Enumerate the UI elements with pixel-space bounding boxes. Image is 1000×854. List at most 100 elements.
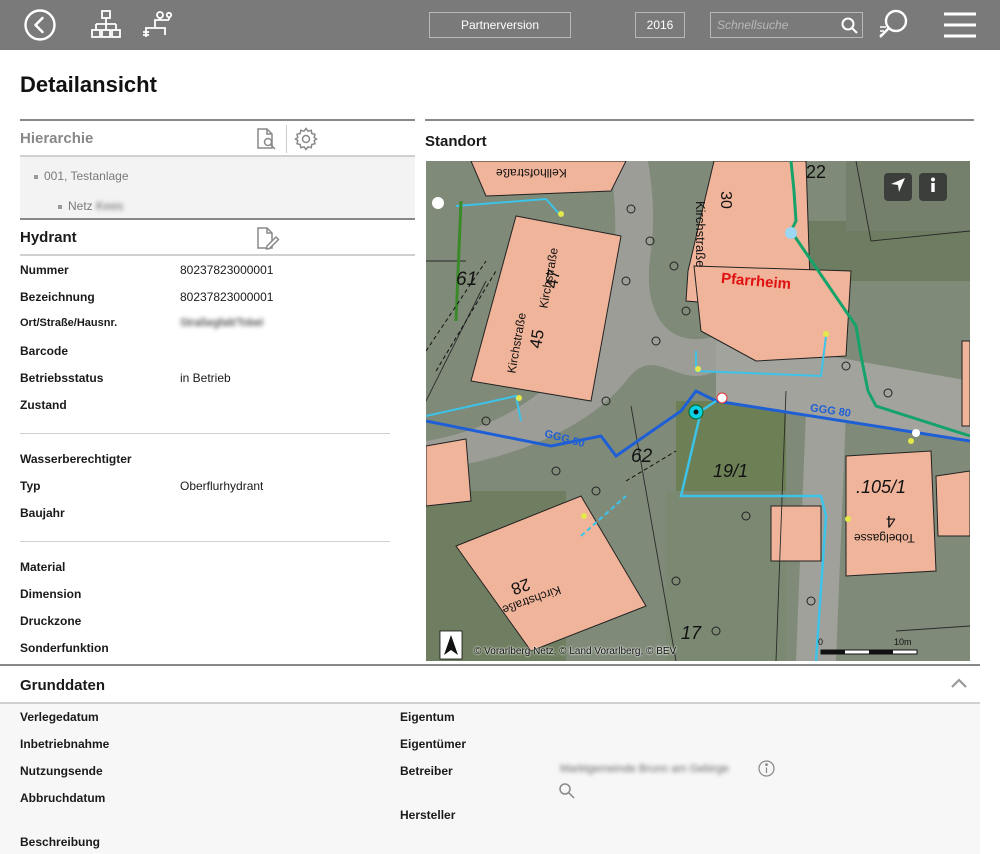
info-icon (925, 177, 941, 198)
label-eigentuemer: Eigentümer (400, 737, 467, 751)
valve-marker (716, 392, 728, 404)
map-building (770, 505, 822, 562)
tree-bullet (34, 174, 38, 179)
label-abbruchdatum: Abbruchdatum (20, 791, 106, 805)
hydrant-fields-group1: Nummer 80237823000001 Bezeichnung 80237823… (20, 258, 415, 420)
field-label: Dimension (20, 587, 82, 601)
tree-item-label: 001, Testanlage (44, 169, 129, 183)
map-scale-bar (820, 649, 918, 655)
map-label-45: 45 (525, 327, 548, 350)
grunddaten-header[interactable]: Grunddaten (0, 664, 980, 704)
map-scale-start: 0 (818, 637, 824, 647)
pipe-network-icon[interactable] (140, 5, 176, 45)
label-beschreibung: Beschreibung (20, 835, 101, 849)
map-info-button[interactable] (919, 173, 947, 201)
hierarchy-header: Hierarchie (20, 119, 415, 157)
pipe-node-marker (432, 197, 444, 209)
top-bar: Partnerversion 2016 (0, 0, 1000, 50)
field-value: Oberflurhydrant (180, 479, 264, 493)
field-barcode: Barcode (20, 339, 415, 366)
left-panel: Hierarchie 001, Testanlage Netz Kees Hyd… (20, 119, 415, 663)
tree-item-label: Netz (68, 199, 93, 213)
year-selector[interactable]: 2016 (635, 12, 685, 38)
grunddaten-title: Grunddaten (20, 677, 105, 694)
map-building (935, 470, 970, 537)
map-label-22: 22 (806, 162, 827, 182)
field-typ: Typ Oberflurhydrant (20, 474, 415, 501)
label-hersteller: Hersteller (400, 808, 456, 822)
search-icon[interactable] (558, 782, 576, 805)
field-label: Betriebsstatus (20, 371, 104, 385)
map-label-4: 4 (886, 512, 896, 531)
search-icon[interactable] (840, 16, 859, 40)
map-label-tobelgasse: Tobelgasse (854, 531, 915, 545)
field-label: Typ (20, 479, 41, 493)
map-label-30: 30 (716, 191, 734, 209)
hydrant-title: Hydrant (20, 228, 77, 246)
label-betreiber: Betreiber (400, 764, 453, 778)
field-value: Straßegfalt/Tobel (180, 317, 264, 329)
field-baujahr: Baujahr (20, 501, 415, 528)
back-circle-icon[interactable] (22, 5, 58, 45)
field-dimension: Dimension (20, 582, 415, 609)
field-ort: Ort/Straße/Hausnr. Straßegfalt/Tobel (20, 312, 415, 339)
chevron-up-icon[interactable] (950, 676, 968, 695)
field-zustand: Zustand (20, 393, 415, 420)
hamburger-menu-icon[interactable] (942, 5, 978, 45)
field-label: Wasserberechtigter (20, 452, 132, 466)
pipe-node-marker (785, 227, 797, 239)
document-search-icon[interactable] (254, 127, 278, 156)
hydrant-header: Hydrant (20, 218, 415, 256)
field-label: Bezeichnung (20, 290, 95, 304)
field-nummer: Nummer 80237823000001 (20, 258, 415, 285)
field-sonderfunktion: Sonderfunktion (20, 636, 415, 663)
info-circle-icon[interactable] (758, 760, 775, 782)
field-label: Sonderfunktion (20, 641, 109, 655)
quick-search (710, 12, 863, 38)
map-label-61: 61 (456, 269, 478, 290)
edit-document-icon[interactable] (254, 226, 280, 257)
field-wasserberechtigter: Wasserberechtigter (20, 447, 415, 474)
hydrant-location-dot (693, 409, 699, 415)
field-material: Material (20, 555, 415, 582)
page-title: Detailansicht (20, 72, 157, 97)
locate-button[interactable] (884, 173, 912, 201)
north-arrow-icon (439, 630, 463, 660)
field-label: Zustand (20, 398, 67, 412)
field-value: 80237823000001 (180, 263, 274, 277)
partner-version-button[interactable]: Partnerversion (429, 12, 571, 38)
map-label-kirchstrasse-top: Kirchstraße (693, 201, 708, 268)
map-label-62: 62 (631, 446, 653, 467)
field-label: Druckzone (20, 614, 82, 628)
advanced-search-icon[interactable] (876, 5, 912, 45)
quick-search-input[interactable] (711, 13, 837, 37)
map-label-17: 17 (681, 623, 702, 643)
field-label: Barcode (20, 344, 69, 358)
label-verlegedatum: Verlegedatum (20, 710, 99, 724)
field-value: in Betrieb (180, 371, 231, 385)
location-map[interactable]: Pfarrheim 22 30 Kirchstraße Kellhofstraß… (426, 161, 970, 661)
hydrant-fields-group2: Wasserberechtigter Typ Oberflurhydrant Ba… (20, 447, 415, 528)
label-inbetriebnahme: Inbetriebnahme (20, 737, 110, 751)
field-betriebsstatus: Betriebsstatus in Betrieb (20, 366, 415, 393)
tree-item-label-blurred: Kees (96, 199, 124, 213)
pipe-node-marker (912, 429, 920, 437)
grunddaten-body: Verlegedatum Inbetriebnahme Nutzungsende… (0, 704, 980, 854)
tree-item-testanlage[interactable]: 001, Testanlage (34, 169, 129, 183)
map-building (961, 340, 970, 427)
map-scale-end: 10m (894, 637, 912, 647)
tree-item-netz[interactable]: Netz Kees (58, 199, 123, 213)
label-nutzungsende: Nutzungsende (20, 764, 103, 778)
hierarchy-icon[interactable] (88, 5, 124, 45)
navigation-arrow-icon (890, 177, 906, 198)
map-attribution: © Vorarlberg Netz, © Land Vorarlberg, © … (474, 646, 677, 657)
field-label: Nummer (20, 263, 69, 277)
hierarchy-tree: 001, Testanlage Netz Kees (20, 157, 415, 218)
field-value: 80237823000001 (180, 290, 274, 304)
field-label: Material (20, 560, 66, 574)
header-divider (286, 125, 287, 153)
settings-gear-icon[interactable] (294, 127, 318, 156)
betreiber-value: Marktgemeinde Brunn am Gebirge (560, 763, 729, 775)
